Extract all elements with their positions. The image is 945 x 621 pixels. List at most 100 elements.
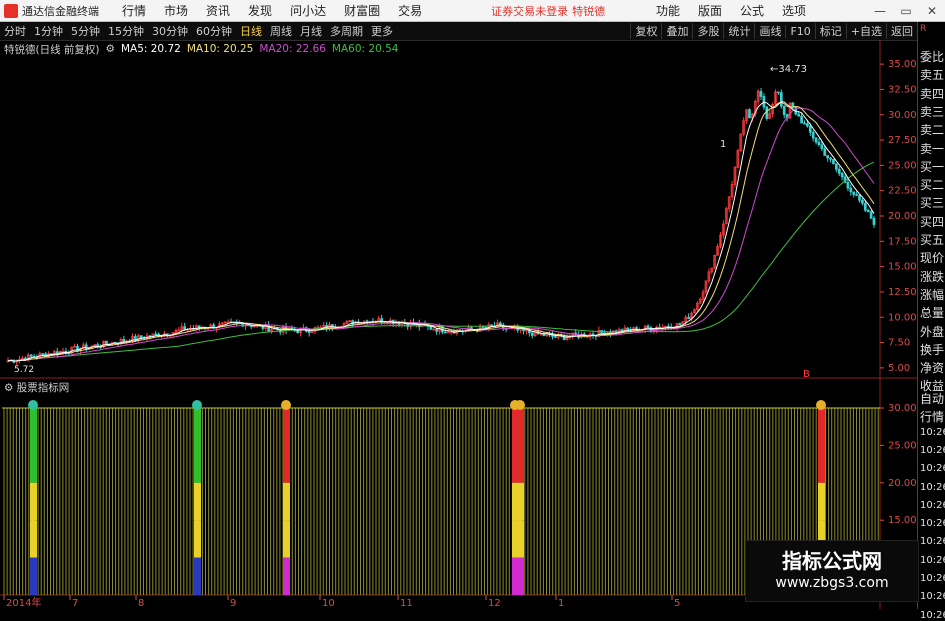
period-1min[interactable]: 1分钟 [30, 23, 67, 39]
date-label: 11 [400, 598, 413, 609]
quote-side-panel: R 委比 卖五 卖四 卖三 卖二 卖一 买一 买二 买三 买四 买五 现价 涨跌 涨幅 总量 外盘 换手 净资 收益自… [917, 22, 945, 621]
watermark-url: www.zbgs3.com [775, 575, 889, 591]
signal-bar-segment [30, 482, 37, 521]
side-panel-item: 换手 [920, 342, 945, 357]
indicator-tick-label: 30.00 [888, 403, 917, 414]
price-tick-label: 20.00 [888, 211, 917, 222]
side-panel-item: 10:26 [920, 573, 945, 584]
side-panel-item: 10:26 [920, 463, 945, 475]
biaoji-button[interactable]: 标记 [814, 23, 846, 39]
candle-body [307, 330, 311, 333]
candle-body [154, 333, 158, 336]
candle-body [849, 187, 853, 193]
side-panel-item: 涨幅 [920, 287, 945, 302]
close-icon[interactable]: ✕ [919, 4, 945, 18]
price-tick-label: 27.50 [888, 135, 917, 146]
candle-body [765, 106, 769, 119]
signal-bar-segment [194, 408, 201, 483]
period-60min[interactable]: 60分钟 [192, 23, 236, 39]
menu-gongshi[interactable]: 公式 [740, 2, 764, 19]
side-panel-item[interactable]: 自动 [920, 390, 945, 407]
kline-chart[interactable]: 35.0032.5030.0027.5025.0022.5020.0017.50… [0, 40, 917, 609]
title-bar: 通达信金融终端 行情 市场 资讯 发现 问小达 财富圈 交易 证券交易未登录 特… [0, 0, 945, 22]
window-controls: — ▭ ✕ [867, 0, 945, 21]
sell-signal-icon [281, 400, 291, 410]
minimize-icon[interactable]: — [867, 4, 893, 18]
period-monthly[interactable]: 月线 [296, 23, 326, 39]
menu-caifuquan[interactable]: 财富圈 [344, 2, 380, 19]
candle-body [869, 211, 873, 219]
candle-body [554, 336, 557, 338]
price-tick-label: 12.50 [888, 287, 917, 298]
add-watchlist-button[interactable]: +自选 [845, 23, 886, 39]
price-tick-label: 25.00 [888, 160, 917, 171]
menu-gongneng[interactable]: 功能 [656, 2, 680, 19]
candle-body [105, 340, 108, 345]
side-panel-item: 净资 [920, 361, 945, 376]
title-stock-name: 特锐德 [572, 4, 606, 18]
price-tick-label: 5.00 [888, 363, 910, 374]
low-label: 5.72 [14, 365, 34, 375]
candles [6, 88, 876, 367]
signal-bar-segment [30, 557, 37, 595]
candle-body [296, 330, 299, 334]
f10-button[interactable]: F10 [785, 24, 814, 38]
indicator-gear-icon[interactable]: ⚙ [4, 382, 13, 394]
period-fenshi[interactable]: 分时 [0, 23, 30, 39]
signal-marker-icon: ✕ [516, 516, 524, 526]
candle-body [806, 123, 809, 127]
menu-xuanxiang[interactable]: 选项 [782, 2, 806, 19]
signal-marker-icon: ✕ [29, 516, 37, 526]
date-label: 10 [322, 598, 335, 609]
period-15min[interactable]: 15分钟 [104, 23, 148, 39]
menu-hangqing[interactable]: 行情 [122, 2, 146, 19]
signal-marker-icon: ✕ [817, 516, 825, 526]
period-5min[interactable]: 5分钟 [67, 23, 104, 39]
indicator-tick-label: 15.00 [888, 515, 917, 526]
signal-marker-icon: ✕ [282, 516, 290, 526]
menu-banmian[interactable]: 版面 [698, 2, 722, 19]
candle-body [829, 157, 832, 160]
candle-body [803, 122, 806, 125]
fuquan-button[interactable]: 复权 [630, 23, 661, 39]
date-label: 7 [72, 598, 78, 609]
candle-body [820, 144, 824, 150]
menu-faxian[interactable]: 发现 [248, 2, 272, 19]
period-daily[interactable]: 日线 [236, 23, 266, 39]
side-panel-item: 10:26 [920, 499, 945, 511]
tongji-button[interactable]: 统计 [723, 23, 754, 39]
period-30min[interactable]: 30分钟 [148, 23, 192, 39]
menu-wenxiaoda[interactable]: 问小达 [290, 2, 326, 19]
period-multi[interactable]: 多周期 [326, 23, 367, 39]
candle-body [122, 339, 126, 342]
side-panel-item[interactable]: 行情 [920, 408, 945, 425]
candle-body [811, 131, 815, 139]
candle-body [139, 335, 143, 339]
diejia-button[interactable]: 叠加 [661, 23, 692, 39]
huaxian-button[interactable]: 画线 [754, 23, 785, 39]
date-label: 8 [138, 598, 144, 609]
period-more[interactable]: 更多 [367, 23, 397, 39]
menu-jiaoyi[interactable]: 交易 [398, 2, 422, 19]
side-panel-item: 10:26 [920, 591, 945, 603]
candle-body [41, 353, 45, 355]
duogu-button[interactable]: 多股 [692, 23, 723, 39]
side-panel-item: 买三 [920, 196, 945, 211]
indicator-label: ⚙ 股票指标网 [4, 380, 69, 395]
signal-bar-segment [30, 408, 37, 483]
side-panel-item: 买四 [920, 214, 945, 229]
period-weekly[interactable]: 周线 [266, 23, 296, 39]
signal-bar-segment [517, 408, 524, 483]
side-panel-item: 卖二 [920, 123, 945, 138]
menu-zixun[interactable]: 资讯 [206, 2, 230, 19]
toolbar-right: 复权 叠加 多股 统计 画线 F10 标记 +自选 返回 [630, 22, 917, 40]
side-panel-item: 10:26 [920, 444, 945, 456]
menu-shichang[interactable]: 市场 [164, 2, 188, 19]
candle-body [808, 125, 812, 133]
maximize-icon[interactable]: ▭ [893, 4, 919, 18]
candle-body [777, 91, 780, 94]
back-button[interactable]: 返回 [886, 23, 917, 39]
price-tick-label: 17.50 [888, 236, 917, 247]
login-warning[interactable]: 证券交易未登录 [491, 3, 568, 19]
side-panel-item: 委比 [920, 50, 945, 64]
